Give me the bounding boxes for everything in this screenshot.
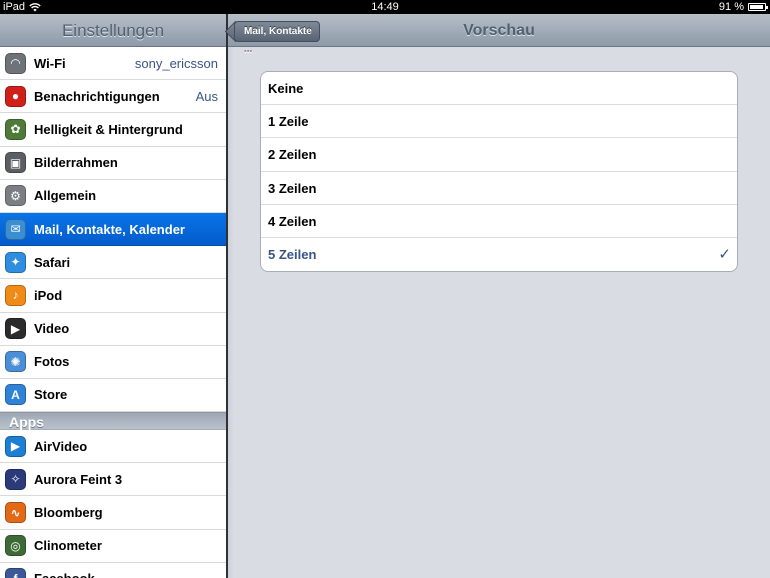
brightness-icon: ✿	[5, 118, 26, 140]
sidebar-item-label: Allgemein	[34, 188, 97, 204]
notifications-icon: ●	[5, 85, 26, 107]
settings-list: ◠ Wi-Fi sony_ericsson ● Benachrichtigungen Au…	[0, 47, 226, 413]
sidebar-item-label: Aurora Feint 3	[34, 471, 123, 487]
sidebar-item-value: sony_ericsson	[134, 55, 218, 71]
preview-option[interactable]: 2 Zeilen	[261, 138, 737, 172]
preview-option-label: Keine	[268, 81, 304, 96]
battery-percentage: 91 %	[718, 1, 744, 13]
safari-icon: ✦	[5, 251, 26, 273]
sidebar-item-label: Store	[34, 387, 68, 403]
preview-option-label: 1 Zeile	[268, 114, 309, 130]
sidebar-item-safari[interactable]: ✦ Safari	[0, 246, 226, 280]
preview-option-label: 3 Zeilen	[268, 180, 317, 196]
sidebar-item-benachrichtigungen[interactable]: ● Benachrichtigungen Aus	[0, 80, 226, 114]
sidebar-item-label: Mail, Kontakte, Kalender	[34, 221, 185, 237]
sidebar-item-label: iPod	[34, 287, 63, 303]
sidebar-item-label: Benachrichtigungen	[34, 88, 160, 104]
sidebar-item-label: Facebook	[34, 571, 95, 578]
sidebar-item-ipod[interactable]: ♪ iPod	[0, 279, 226, 313]
sidebar-item-store[interactable]: A Store	[0, 378, 226, 413]
sidebar-item-facebook[interactable]: f Facebook	[0, 562, 226, 578]
store-icon: A	[5, 384, 26, 406]
sidebar-item-allgemein[interactable]: ⚙ Allgemein	[0, 179, 226, 213]
sidebar-item-label: AirVideo	[34, 438, 88, 454]
sidebar-item-helligkeit-hintergrund[interactable]: ✿ Helligkeit & Hintergrund	[0, 113, 226, 147]
wifi-icon: ◠	[5, 52, 26, 74]
sidebar-item-label: Video	[34, 321, 70, 337]
sidebar-item-bilderrahmen[interactable]: ▣ Bilderrahmen	[0, 146, 226, 180]
preview-option-label: 2 Zeilen	[268, 147, 317, 163]
settings-sidebar: Einstellungen ◠ Wi-Fi sony_ericsson ● Benach…	[0, 14, 226, 578]
bloomberg-icon: ∿	[5, 502, 26, 524]
photos-icon: ✺	[5, 351, 26, 373]
gear-icon: ⚙	[5, 185, 26, 207]
detail-navbar: Mail, Kontakte ... Vorschau	[228, 14, 770, 56]
checkmark-icon: ✓	[718, 245, 731, 263]
battery-fill	[750, 5, 763, 9]
sidebar-item-label: Clinometer	[34, 538, 102, 554]
aurora-feint-icon: ✧	[5, 468, 26, 490]
facebook-icon: f	[5, 568, 26, 578]
preview-option-label: 5 Zeilen	[268, 246, 317, 262]
preview-option-label: 4 Zeilen	[268, 213, 317, 229]
sidebar-item-label: Fotos	[34, 354, 70, 370]
ipod-icon: ♪	[5, 284, 26, 306]
sidebar-item-airvideo[interactable]: ▶ AirVideo	[0, 430, 226, 464]
sidebar-item-aurora-feint-3[interactable]: ✧ Aurora Feint 3	[0, 463, 226, 497]
airvideo-icon: ▶	[5, 435, 26, 457]
status-bar: iPad 14:49 91 %	[0, 0, 770, 14]
back-button[interactable]: Mail, Kontakte ...	[234, 21, 320, 56]
sidebar-item-video[interactable]: ▶ Video	[0, 312, 226, 346]
preview-option[interactable]: Keine	[261, 72, 737, 106]
sidebar-item-wi-fi[interactable]: ◠ Wi-Fi sony_ericsson	[0, 47, 226, 81]
sidebar-item-mail-kontakte-kalender[interactable]: ✉ Mail, Kontakte, Kalender	[0, 212, 226, 247]
sidebar-item-label: Bloomberg	[34, 505, 103, 521]
sidebar-item-label: Wi-Fi	[34, 55, 66, 71]
sidebar-item-value: Aus	[195, 88, 218, 104]
video-icon: ▶	[5, 318, 26, 340]
apps-list: ▶ AirVideo ✧ Aurora Feint 3 ∿ Bloomberg ◎ Clino…	[0, 430, 226, 578]
sidebar-title: Einstellungen	[0, 14, 226, 47]
status-right: 91 %	[718, 0, 768, 14]
sidebar-item-clinometer[interactable]: ◎ Clinometer	[0, 529, 226, 563]
preview-option[interactable]: 3 Zeilen	[261, 172, 737, 205]
sidebar-item-label: Helligkeit & Hintergrund	[34, 121, 183, 137]
clinometer-icon: ◎	[5, 535, 26, 557]
clock: 14:49	[371, 1, 399, 13]
sidebar-item-fotos[interactable]: ✺ Fotos	[0, 345, 226, 379]
sidebar-item-bloomberg[interactable]: ∿ Bloomberg	[0, 496, 226, 530]
apps-section-header: Apps	[0, 412, 226, 431]
preview-option[interactable]: 5 Zeilen ✓	[261, 238, 737, 271]
sidebar-item-label: Safari	[34, 254, 71, 270]
sidebar-item-label: Bilderrahmen	[34, 155, 118, 171]
detail-pane: Mail, Kontakte ... Vorschau Keine 1 Zeile…	[228, 14, 770, 578]
preview-option[interactable]: 1 Zeile	[261, 105, 737, 139]
picture-frame-icon: ▣	[5, 152, 26, 174]
preview-options-list: Keine 1 Zeile 2 Zeilen 3 Zeilen 4 Zeilen 5 Ze…	[260, 71, 738, 273]
mail-icon: ✉	[5, 218, 26, 240]
preview-option[interactable]: 4 Zeilen	[261, 205, 737, 238]
battery-icon	[748, 3, 768, 11]
